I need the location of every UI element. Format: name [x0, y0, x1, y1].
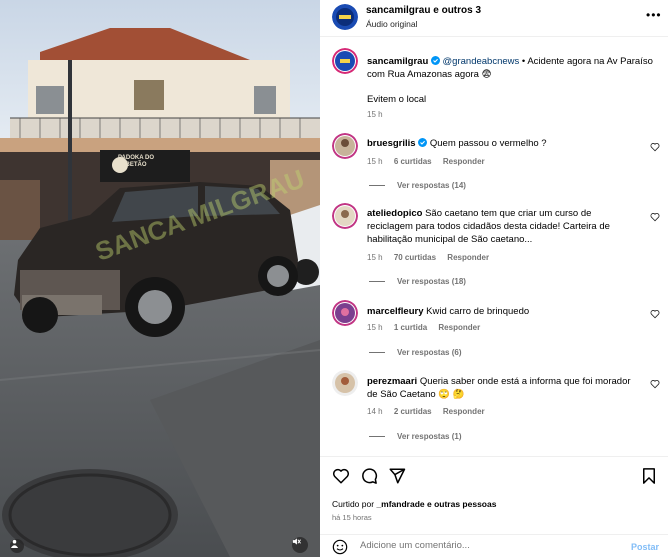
reply-button[interactable]: Responder	[447, 253, 489, 262]
comment-username[interactable]: ateliedopico	[367, 208, 422, 219]
reply-button[interactable]: Responder	[443, 407, 485, 416]
caption-username[interactable]: sancamilgrau	[367, 56, 428, 67]
like-comment-icon[interactable]	[650, 309, 660, 319]
comment-avatar[interactable]	[332, 203, 358, 229]
comment-meta: 15 h 70 curtidas Responder	[367, 253, 498, 262]
liked-by-prefix: Curtido por	[332, 499, 375, 509]
emoji-icon[interactable]	[332, 539, 348, 555]
reply-button[interactable]: Responder	[443, 157, 485, 166]
verified-icon	[430, 56, 440, 65]
post-header: sancamilgrau e outros 3 Áudio original •…	[320, 0, 668, 37]
mute-button[interactable]	[292, 537, 308, 553]
comment-time: 15 h	[367, 157, 383, 166]
view-replies-label: Ver respostas (14)	[397, 181, 466, 190]
post-details-panel: sancamilgrau e outros 3 Áudio original •…	[320, 0, 668, 557]
audio-label[interactable]: Áudio original	[366, 19, 418, 29]
comment-avatar[interactable]	[332, 370, 358, 396]
comment-likes[interactable]: 70 curtidas	[394, 253, 436, 262]
comment-body: Kwid carro de brinquedo	[426, 306, 530, 317]
comment-composer: Postar	[320, 534, 668, 557]
liked-by-others[interactable]: e outras pessoas	[427, 499, 496, 509]
like-comment-icon[interactable]	[650, 212, 660, 222]
comment-body: Quem passou o vermelho ?	[429, 138, 547, 149]
comment-username[interactable]: bruesgrilis	[367, 138, 416, 149]
caption-line2: Evitem o local	[367, 94, 427, 105]
replies-divider	[369, 352, 385, 354]
post-button[interactable]: Postar	[631, 542, 659, 552]
comment-text: perezmaari Queria saber onde está a info…	[367, 375, 637, 401]
liked-by: Curtido por _mfandrade e outras pessoas	[332, 499, 496, 509]
comment-time: 15 h	[367, 323, 383, 332]
video-frame	[0, 0, 320, 557]
comment-likes[interactable]: 6 curtidas	[394, 157, 432, 166]
like-comment-icon[interactable]	[650, 142, 660, 152]
tagged-account-button[interactable]	[10, 539, 24, 553]
share-icon[interactable]	[388, 467, 406, 485]
mute-icon	[292, 538, 301, 545]
replies-divider	[369, 185, 385, 187]
view-replies-label: Ver respostas (6)	[397, 348, 462, 357]
bookmark-icon[interactable]	[640, 467, 658, 485]
comment-meta: 14 h 2 curtidas Responder	[367, 407, 494, 416]
comment-likes[interactable]: 1 curtida	[394, 323, 427, 332]
comment-meta: 15 h 1 curtida Responder	[367, 323, 489, 332]
more-icon[interactable]: •••	[646, 9, 662, 21]
comment-username[interactable]: marcelfleury	[367, 306, 424, 317]
view-replies-button[interactable]: Ver respostas (14)	[369, 181, 466, 190]
caption-time: 15 h	[367, 110, 383, 119]
comment-likes[interactable]: 2 curtidas	[394, 407, 432, 416]
mention-link[interactable]: @grandeabcnews	[443, 56, 520, 67]
comment-icon[interactable]	[360, 467, 378, 485]
comment-time: 15 h	[367, 253, 383, 262]
view-replies-button[interactable]: Ver respostas (6)	[369, 348, 461, 357]
replies-divider	[369, 436, 385, 438]
post-time[interactable]: há 15 horas	[332, 513, 372, 522]
shop-sign-text: PADOKA DO BETÃO	[118, 155, 154, 168]
caption-avatar[interactable]	[332, 48, 358, 74]
liked-by-user[interactable]: _mfandrade	[376, 499, 424, 509]
post-author-names[interactable]: sancamilgrau e outros 3	[366, 5, 481, 16]
comment-text: marcelfleury Kwid carro de brinquedo	[367, 305, 637, 318]
comment-username[interactable]: perezmaari	[367, 376, 417, 387]
comment-time: 14 h	[367, 407, 383, 416]
view-replies-label: Ver respostas (18)	[397, 277, 466, 286]
comment-avatar[interactable]	[332, 300, 358, 326]
user-icon	[10, 539, 19, 548]
comment-meta: 15 h 6 curtidas Responder	[367, 157, 494, 166]
like-comment-icon[interactable]	[650, 379, 660, 389]
heart-icon[interactable]	[332, 467, 350, 485]
comment-avatar[interactable]	[332, 133, 358, 159]
reply-button[interactable]: Responder	[438, 323, 480, 332]
comment-text: ateliedopico São caetano tem que criar u…	[367, 207, 637, 246]
view-replies-label: Ver respostas (1)	[397, 432, 462, 441]
author-avatar[interactable]	[332, 4, 358, 30]
view-replies-button[interactable]: Ver respostas (18)	[369, 277, 466, 286]
replies-divider	[369, 281, 385, 283]
post-video[interactable]: PADOKA DO BETÃO SANCA MILGRAU	[0, 0, 320, 557]
post-actions: Curtido por _mfandrade e outras pessoas …	[320, 456, 668, 557]
comment-input[interactable]	[360, 540, 590, 551]
verified-icon	[418, 138, 428, 147]
caption-text: sancamilgrau @grandeabcnews • Acidente a…	[367, 55, 657, 81]
view-replies-button[interactable]: Ver respostas (1)	[369, 432, 461, 441]
comment-text: bruesgrilis Quem passou o vermelho ?	[367, 137, 637, 150]
